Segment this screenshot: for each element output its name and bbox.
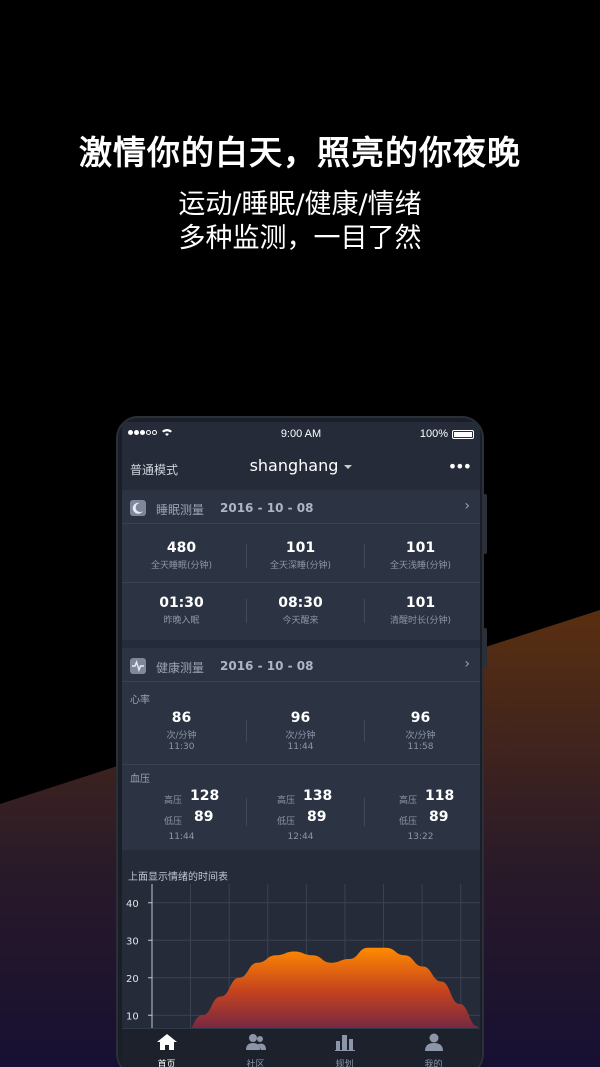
tab-label: 首页 bbox=[157, 1060, 176, 1067]
community-icon bbox=[245, 1034, 266, 1050]
metric-time: 11:58 bbox=[407, 742, 434, 752]
low-pressure-value: 89 bbox=[429, 809, 449, 825]
sleep-light-metric: 101 全天浅睡(分钟) bbox=[361, 540, 480, 571]
nav-bar: 普通模式 shanghang ••• bbox=[122, 446, 480, 486]
y-tick-label: 40 bbox=[126, 899, 139, 910]
blood-pressure-reading: 高压 138 低压 89 12:44 bbox=[241, 786, 360, 846]
high-pressure-label: 高压 bbox=[164, 796, 183, 806]
tab-community[interactable]: 社区 bbox=[211, 1033, 300, 1067]
heart-rate-reading: 86 次/分钟 11:30 bbox=[122, 710, 241, 752]
low-pressure-label: 低压 bbox=[164, 817, 183, 827]
low-pressure-value: 89 bbox=[307, 809, 327, 825]
blood-pressure-reading: 高压 128 低压 89 11:44 bbox=[122, 786, 241, 846]
low-pressure-label: 低压 bbox=[399, 817, 418, 827]
metric-unit: 次/分钟 bbox=[285, 731, 316, 741]
metric-label: 昨晚入眠 bbox=[163, 616, 200, 626]
y-tick-label: 10 bbox=[126, 1011, 139, 1022]
metric-value: 86 bbox=[171, 710, 192, 726]
metric-time: 11:30 bbox=[168, 742, 195, 752]
health-card-title: 健康测量 bbox=[156, 661, 205, 675]
battery-percent: 100% bbox=[419, 428, 448, 440]
sleep-card-date: 2016 - 10 - 08 bbox=[220, 501, 314, 515]
metric-unit: 次/分钟 bbox=[166, 731, 197, 741]
metric-value: 01:30 bbox=[159, 595, 204, 611]
low-pressure-label: 低压 bbox=[277, 817, 296, 827]
promo-subline-summary: 多种监测，一目了然 bbox=[178, 223, 422, 254]
bp-time: 11:44 bbox=[168, 832, 195, 842]
heart-rate-label: 心率 bbox=[130, 695, 150, 706]
metric-value: 96 bbox=[410, 710, 431, 726]
chevron-right-icon[interactable]: › bbox=[464, 656, 470, 672]
sleep-card-header[interactable]: 睡眠测量 2016 - 10 - 08 › bbox=[122, 490, 480, 524]
chevron-right-icon[interactable]: › bbox=[464, 498, 470, 514]
metric-label: 清醒时长(分钟) bbox=[389, 616, 452, 626]
y-tick-label: 20 bbox=[126, 974, 139, 985]
promo-headline: 激情你的白天，照亮的你夜晚 bbox=[79, 133, 521, 172]
sleep-card-title: 睡眠测量 bbox=[156, 503, 205, 517]
metric-label: 全天睡眠(分钟) bbox=[150, 561, 213, 571]
tab-bar: 首页 社区 规划 我的 bbox=[122, 1028, 480, 1067]
low-pressure-value: 89 bbox=[194, 809, 214, 825]
moon-icon bbox=[130, 500, 146, 516]
account-dropdown[interactable]: shanghang bbox=[122, 456, 480, 475]
battery-icon bbox=[452, 430, 474, 439]
metric-label: 全天浅睡(分钟) bbox=[389, 561, 452, 571]
plan-icon bbox=[334, 1035, 355, 1051]
home-icon bbox=[156, 1034, 177, 1050]
y-tick-label: 30 bbox=[126, 936, 139, 947]
phone-frame: 9:00 AM 100% 普通模式 shanghang ••• 睡眠测量 201… bbox=[116, 416, 484, 1067]
caret-down-icon bbox=[344, 464, 353, 469]
metric-value: 96 bbox=[290, 710, 311, 726]
metric-label: 今天醒来 bbox=[282, 616, 319, 626]
heart-rate-reading: 96 次/分钟 11:44 bbox=[241, 710, 360, 752]
blood-pressure-label: 血压 bbox=[130, 774, 150, 785]
high-pressure-value: 128 bbox=[190, 788, 220, 804]
status-bar: 9:00 AM 100% bbox=[122, 422, 480, 446]
bp-time: 12:44 bbox=[287, 832, 314, 842]
metric-unit: 次/分钟 bbox=[405, 731, 436, 741]
tab-profile[interactable]: 我的 bbox=[389, 1033, 478, 1067]
profile-icon bbox=[424, 1033, 443, 1051]
high-pressure-label: 高压 bbox=[277, 796, 296, 806]
high-pressure-value: 138 bbox=[303, 788, 333, 804]
more-options-icon[interactable]: ••• bbox=[448, 459, 472, 475]
metric-value: 101 bbox=[405, 595, 436, 611]
metric-time: 11:44 bbox=[287, 742, 314, 752]
metric-value: 101 bbox=[405, 540, 436, 556]
metric-value: 101 bbox=[285, 540, 316, 556]
bp-time: 13:22 bbox=[407, 832, 434, 842]
pulse-icon bbox=[130, 658, 146, 674]
health-card[interactable]: 健康测量 2016 - 10 - 08 › 心率 86 次/分钟 11:30 9… bbox=[122, 648, 480, 850]
tab-home[interactable]: 首页 bbox=[122, 1033, 211, 1067]
account-name: shanghang bbox=[249, 456, 339, 475]
divider bbox=[122, 764, 480, 765]
metric-value: 480 bbox=[166, 540, 197, 556]
health-card-header[interactable]: 健康测量 2016 - 10 - 08 › bbox=[122, 648, 480, 682]
sleep-awake-metric: 101 清醒时长(分钟) bbox=[361, 595, 480, 626]
high-pressure-label: 高压 bbox=[399, 796, 418, 806]
health-card-date: 2016 - 10 - 08 bbox=[220, 659, 314, 673]
sleep-total-metric: 480 全天睡眠(分钟) bbox=[122, 540, 241, 571]
metric-label: 全天深睡(分钟) bbox=[269, 561, 332, 571]
sleep-deep-metric: 101 全天深睡(分钟) bbox=[241, 540, 360, 571]
tab-plan[interactable]: 规划 bbox=[300, 1033, 389, 1067]
heart-rate-reading: 96 次/分钟 11:58 bbox=[361, 710, 480, 752]
divider bbox=[122, 582, 480, 583]
mood-chart-card: 上面显示情绪的时间表 40 30 20 10 bbox=[122, 858, 480, 1034]
high-pressure-value: 118 bbox=[425, 788, 455, 804]
mood-area-series bbox=[184, 947, 478, 1034]
sleep-wake-metric: 08:30 今天醒来 bbox=[241, 595, 360, 626]
blood-pressure-reading: 高压 118 低压 89 13:22 bbox=[361, 786, 480, 846]
chart-title: 上面显示情绪的时间表 bbox=[128, 872, 228, 883]
tab-label: 规划 bbox=[335, 1060, 354, 1067]
mood-area-chart: 40 30 20 10 bbox=[126, 884, 480, 1034]
phone-screen: 9:00 AM 100% 普通模式 shanghang ••• 睡眠测量 201… bbox=[122, 422, 480, 1067]
sleep-card[interactable]: 睡眠测量 2016 - 10 - 08 › 480 全天睡眠(分钟) 101 全… bbox=[122, 490, 480, 640]
metric-value: 08:30 bbox=[278, 595, 323, 611]
sleep-bedtime-metric: 01:30 昨晚入眠 bbox=[122, 595, 241, 626]
tab-label: 社区 bbox=[246, 1060, 265, 1067]
tab-label: 我的 bbox=[424, 1060, 443, 1067]
